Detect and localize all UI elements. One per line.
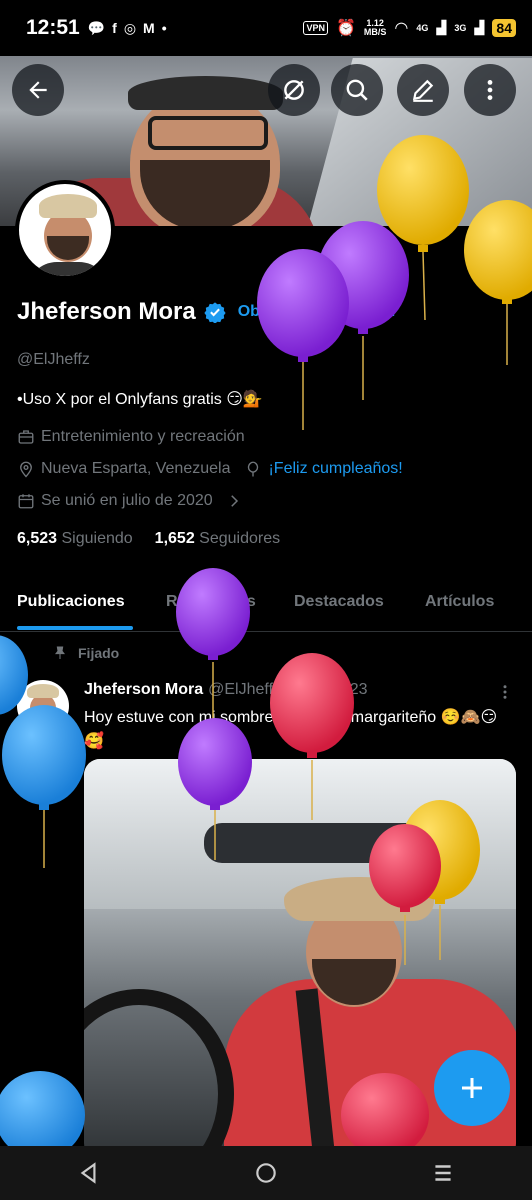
active-tab-indicator (17, 626, 133, 630)
battery-indicator: 84 (492, 19, 516, 37)
balloon-purple-2 (257, 249, 349, 430)
gmail-icon: M (143, 20, 155, 36)
post-date[interactable]: 29 ene 23 (296, 681, 367, 699)
dot-icon: • (161, 20, 167, 36)
location-label: Nueva Esparta, Venezuela (41, 460, 231, 477)
search-button[interactable] (331, 64, 383, 116)
profile-bio: •Uso X por el Onlyfans gratis 😏💁 (17, 391, 263, 408)
post-separator: · (286, 681, 292, 698)
grok-icon (284, 80, 304, 100)
more-vertical-icon (503, 685, 507, 699)
status-bar: 12:51 💬 f ◎ M • VPN ⏰ 1.12 MB/S ◠ 4G ▟ 3… (0, 0, 532, 56)
signal-icon: ▟ (436, 20, 447, 35)
vpn-badge: VPN (303, 21, 328, 35)
signal-icon-2: ▟ (474, 20, 485, 35)
profile-name: Jheferson Mora (17, 298, 196, 325)
pin-icon (55, 646, 65, 659)
instagram-icon: ◎ (123, 19, 137, 36)
category-label: Entretenimiento y recreación (41, 428, 245, 445)
post-header: Jheferson Mora @ElJheffz · 29 ene 23 (84, 681, 368, 699)
followers-stat[interactable]: 1,652 Seguidores (155, 530, 280, 548)
post-author-handle: @ElJheffz (208, 681, 282, 698)
status-time: 12:51 (26, 16, 80, 39)
signal-4g: 4G (416, 23, 429, 33)
get-verified-link[interactable]: Obtén la verificación (238, 303, 395, 321)
post-author-name[interactable]: Jheferson Mora (84, 681, 203, 699)
plus-icon (462, 1078, 482, 1098)
post-text: Hoy estuve con mi sombrero al estilo mar… (84, 709, 498, 750)
edit-icon (412, 79, 434, 102)
profile-name-row: Jheferson Mora Obtén la verificación (17, 298, 395, 326)
follow-stats: 6,523 Siguiendo 1,652 Seguidores (17, 530, 280, 548)
birthday-link[interactable]: ¡Feliz cumpleaños! (268, 460, 402, 478)
facebook-icon: f (112, 20, 117, 36)
pinned-label: Fijado (78, 645, 120, 661)
search-icon (346, 79, 368, 101)
back-nav-icon[interactable] (76, 1160, 102, 1186)
profile-tabs: Publicaciones Respuestas Destacados Artí… (0, 574, 532, 632)
network-speed: 1.12 MB/S (363, 18, 387, 37)
more-icon (487, 80, 493, 100)
profile-location-row: Nueva Esparta, Venezuela ¡Feliz cumpleañ… (17, 460, 403, 478)
profile-category: Entretenimiento y recreación (17, 428, 245, 446)
android-navigation-bar (0, 1146, 532, 1200)
post-more-button[interactable] (496, 682, 514, 707)
chat-icon: 💬 (87, 19, 106, 36)
back-arrow-icon (29, 81, 47, 99)
following-stat[interactable]: 6,523 Siguiendo (17, 530, 133, 548)
tab-articulos[interactable]: Artículos (425, 593, 494, 611)
briefcase-icon (18, 430, 34, 444)
birthday-icon (248, 461, 259, 477)
profile-joined-row[interactable]: Se unió en julio de 2020 (17, 492, 243, 510)
tab-destacados[interactable]: Destacados (294, 593, 384, 611)
tab-respuestas[interactable]: Respuestas (166, 593, 256, 611)
verified-badge-icon (204, 301, 226, 323)
compose-fab[interactable] (434, 1050, 510, 1126)
tab-publicaciones[interactable]: Publicaciones (17, 593, 125, 611)
notification-icons: 💬 f ◎ M • (88, 20, 167, 37)
grok-button[interactable] (268, 64, 320, 116)
pinned-indicator: Fijado (52, 645, 119, 661)
chevron-right-icon (230, 495, 238, 507)
location-pin-icon (20, 461, 32, 478)
recents-nav-icon[interactable] (430, 1160, 456, 1186)
alarm-icon: ⏰ (336, 20, 356, 37)
wifi-icon: ◠ (394, 20, 409, 37)
back-button[interactable] (12, 64, 64, 116)
calendar-icon (18, 494, 34, 509)
post-author-avatar[interactable] (17, 680, 69, 732)
signal-3g: 3G (454, 23, 467, 33)
home-nav-icon[interactable] (253, 1160, 279, 1186)
joined-label: Se unió en julio de 2020 (41, 492, 213, 509)
more-options-button[interactable] (464, 64, 516, 116)
profile-avatar[interactable] (15, 180, 115, 280)
edit-profile-button[interactable] (397, 64, 449, 116)
profile-handle: @ElJheffz (17, 351, 90, 368)
